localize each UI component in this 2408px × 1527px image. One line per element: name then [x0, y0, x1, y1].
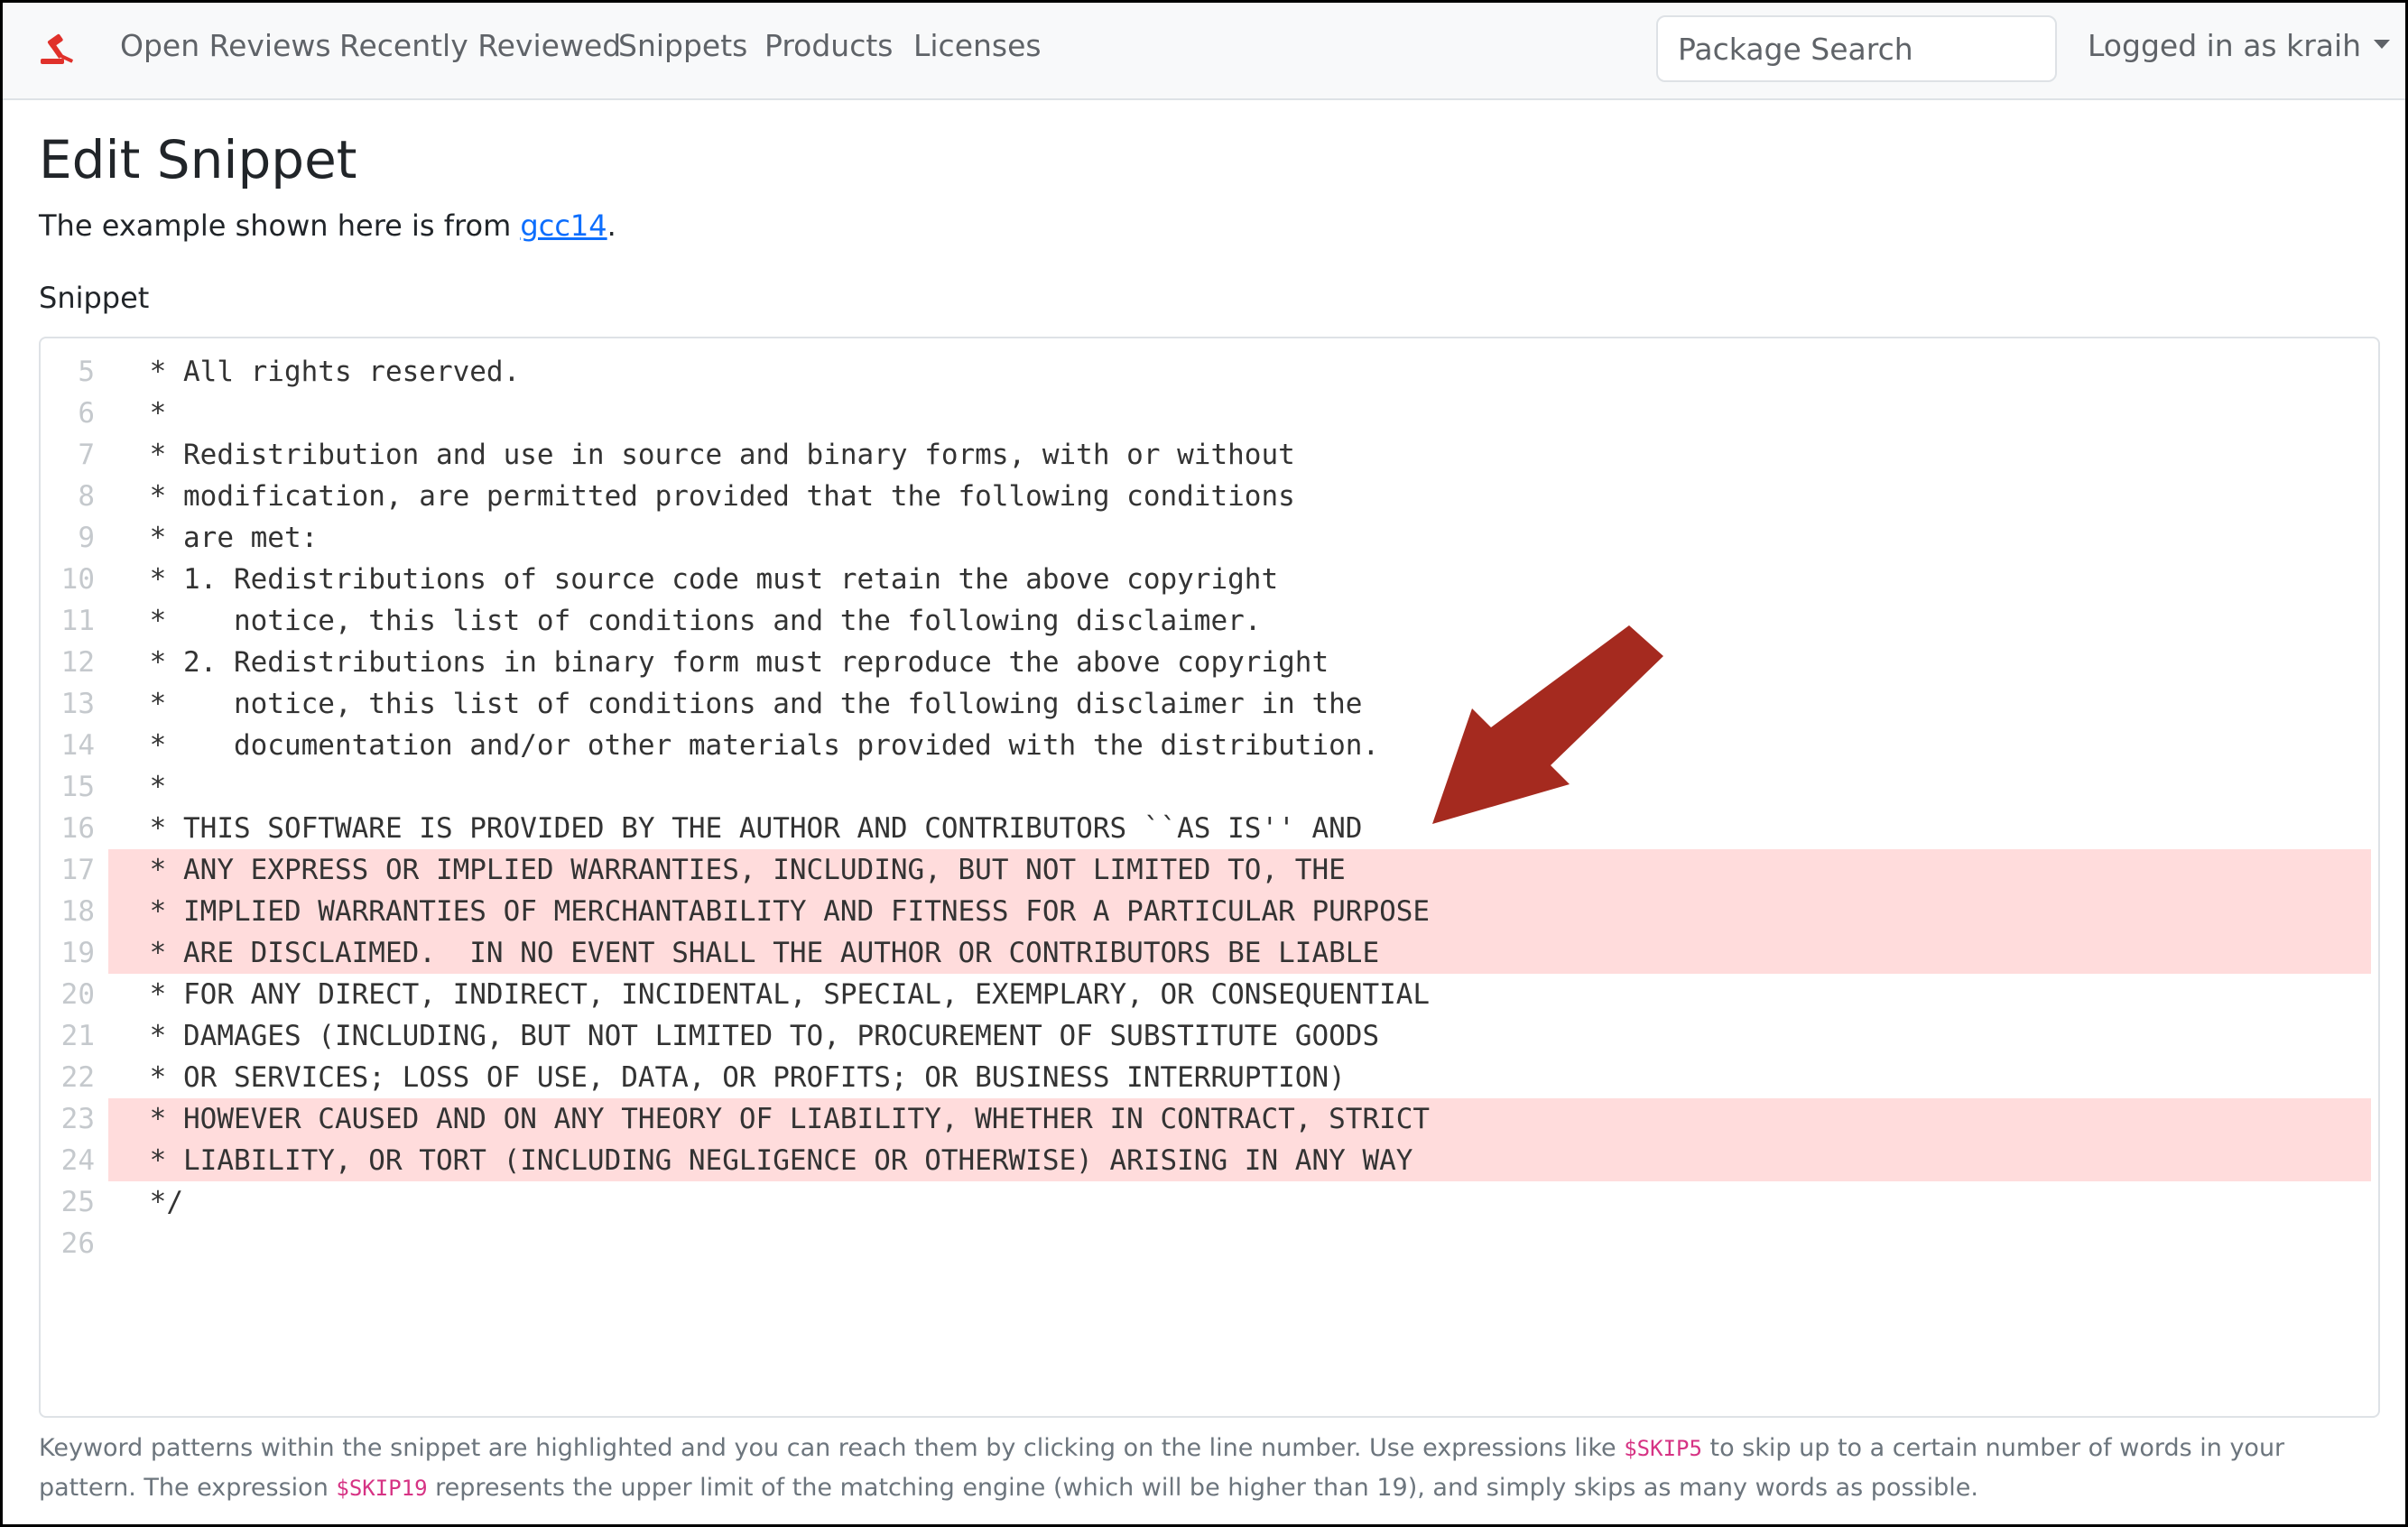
code-line: 24 * LIABILITY, OR TORT (INCLUDING NEGLI… — [41, 1140, 2378, 1181]
snippet-editor[interactable]: 5 * All rights reserved. 6 * 7 * Redistrib… — [39, 337, 2380, 1418]
code-text: * — [133, 397, 167, 430]
code-line: 11 * notice, this list of conditions and… — [41, 600, 2378, 642]
code-text: * LIABILITY, OR TORT (INCLUDING NEGLIGEN… — [133, 1144, 1413, 1177]
code-line: 15 * — [41, 766, 2378, 808]
line-number[interactable]: 18 — [41, 891, 95, 932]
code-text: */ — [133, 1186, 183, 1218]
intro-prefix: The example shown here is from — [39, 208, 521, 243]
code-line: 17 * ANY EXPRESS OR IMPLIED WARRANTIES, … — [41, 849, 2378, 891]
line-number[interactable]: 19 — [41, 932, 95, 974]
snippet-field-label: Snippet — [39, 281, 150, 315]
code-line: 19 * ARE DISCLAIMED. IN NO EVENT SHALL T… — [41, 932, 2378, 974]
code-line: 26 — [41, 1223, 2378, 1264]
code-text: * — [133, 771, 167, 803]
code-text: * notice, this list of conditions and th… — [133, 605, 1262, 637]
code-text: * modification, are permitted provided t… — [133, 480, 1295, 513]
line-number[interactable]: 5 — [41, 351, 95, 393]
intro-suffix: . — [607, 208, 616, 243]
code-text: * 2. Redistributions in binary form must… — [133, 646, 1329, 679]
code-line: 16 * THIS SOFTWARE IS PROVIDED BY THE AU… — [41, 808, 2378, 849]
code-text: * ARE DISCLAIMED. IN NO EVENT SHALL THE … — [133, 937, 1380, 969]
help-code-skip19: $SKIP19 — [336, 1476, 428, 1501]
app-window: Open Reviews Recently Reviewed Snippets … — [0, 0, 2408, 1527]
package-link[interactable]: gcc14 — [520, 208, 607, 243]
help-text-part3: represents the upper limit of the matchi… — [427, 1474, 1978, 1502]
help-text: Keyword patterns within the snippet are … — [39, 1429, 2385, 1508]
line-number[interactable]: 24 — [41, 1140, 95, 1181]
help-code-skip5: $SKIP5 — [1624, 1436, 1702, 1461]
code-line: 6 * — [41, 393, 2378, 434]
nav-link-products[interactable]: Products — [764, 28, 894, 63]
line-number[interactable]: 9 — [41, 517, 95, 559]
code-line: 23 * HOWEVER CAUSED AND ON ANY THEORY OF… — [41, 1098, 2378, 1140]
line-number[interactable]: 16 — [41, 808, 95, 849]
arrow-icon — [1432, 625, 1663, 824]
user-menu-dropdown[interactable]: Logged in as kraih — [2088, 28, 2391, 63]
line-number[interactable]: 15 — [41, 766, 95, 808]
code-line: 10 * 1. Redistributions of source code m… — [41, 559, 2378, 600]
code-line: 25 */ — [41, 1181, 2378, 1223]
code-line: 14 * documentation and/or other material… — [41, 725, 2378, 766]
nav-link-recently-reviewed[interactable]: Recently Reviewed — [339, 28, 621, 63]
code-text: * IMPLIED WARRANTIES OF MERCHANTABILITY … — [133, 895, 1431, 928]
code-text: * Redistribution and use in source and b… — [133, 439, 1295, 471]
line-number[interactable]: 12 — [41, 642, 95, 683]
code-line: 22 * OR SERVICES; LOSS OF USE, DATA, OR … — [41, 1057, 2378, 1098]
line-number[interactable]: 10 — [41, 559, 95, 600]
line-number[interactable]: 7 — [41, 434, 95, 476]
code-text: * All rights reserved. — [133, 356, 521, 388]
code-text: * 1. Redistributions of source code must… — [133, 563, 1279, 596]
help-text-part1: Keyword patterns within the snippet are … — [39, 1434, 1625, 1462]
page-title: Edit Snippet — [39, 129, 357, 190]
code-text: * THIS SOFTWARE IS PROVIDED BY THE AUTHO… — [133, 812, 1363, 845]
line-number[interactable]: 17 — [41, 849, 95, 891]
line-number[interactable]: 13 — [41, 683, 95, 725]
gavel-icon[interactable] — [37, 32, 80, 71]
code-line: 21 * DAMAGES (INCLUDING, BUT NOT LIMITED… — [41, 1015, 2378, 1057]
line-number[interactable]: 6 — [41, 393, 95, 434]
code-text: * are met: — [133, 522, 319, 554]
line-number[interactable]: 14 — [41, 725, 95, 766]
code-text: * ANY EXPRESS OR IMPLIED WARRANTIES, INC… — [133, 854, 1346, 886]
line-number[interactable]: 25 — [41, 1181, 95, 1223]
package-search-input[interactable] — [1656, 15, 2057, 82]
line-number[interactable]: 20 — [41, 974, 95, 1015]
code-line: 7 * Redistribution and use in source and… — [41, 434, 2378, 476]
chevron-down-icon — [2374, 39, 2391, 49]
code-text: * notice, this list of conditions and th… — [133, 688, 1363, 720]
line-number[interactable]: 11 — [41, 600, 95, 642]
code-line: 5 * All rights reserved. — [41, 351, 2378, 393]
nav-link-licenses[interactable]: Licenses — [913, 28, 1042, 63]
nav-link-snippets[interactable]: Snippets — [618, 28, 747, 63]
line-number[interactable]: 8 — [41, 476, 95, 517]
code-line: 12 * 2. Redistributions in binary form m… — [41, 642, 2378, 683]
user-menu-label: Logged in as kraih — [2088, 28, 2362, 63]
code-line: 8 * modification, are permitted provided… — [41, 476, 2378, 517]
line-number[interactable]: 22 — [41, 1057, 95, 1098]
code-line: 13 * notice, this list of conditions and… — [41, 683, 2378, 725]
line-number[interactable]: 26 — [41, 1223, 95, 1264]
code-text: * OR SERVICES; LOSS OF USE, DATA, OR PRO… — [133, 1061, 1346, 1094]
code-line: 20 * FOR ANY DIRECT, INDIRECT, INCIDENTA… — [41, 974, 2378, 1015]
code-text: * documentation and/or other materials p… — [133, 729, 1380, 762]
code-line: 18 * IMPLIED WARRANTIES OF MERCHANTABILI… — [41, 891, 2378, 932]
intro-text: The example shown here is from gcc14. — [39, 208, 616, 243]
line-number[interactable]: 23 — [41, 1098, 95, 1140]
code-text: * FOR ANY DIRECT, INDIRECT, INCIDENTAL, … — [133, 978, 1431, 1011]
navbar: Open Reviews Recently Reviewed Snippets … — [3, 3, 2405, 100]
nav-link-open-reviews[interactable]: Open Reviews — [120, 28, 331, 63]
code-line: 9 * are met: — [41, 517, 2378, 559]
line-number[interactable]: 21 — [41, 1015, 95, 1057]
code-text: * DAMAGES (INCLUDING, BUT NOT LIMITED TO… — [133, 1020, 1380, 1052]
code-text: * HOWEVER CAUSED AND ON ANY THEORY OF LI… — [133, 1103, 1431, 1135]
